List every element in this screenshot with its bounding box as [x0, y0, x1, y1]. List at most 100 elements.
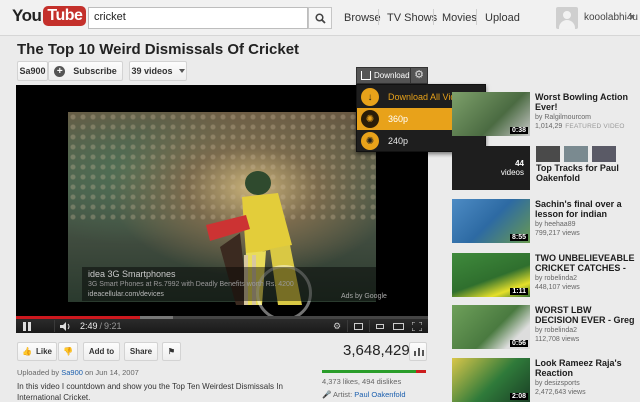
duration-badge: 0:38 — [509, 127, 528, 134]
film-reel-icon: ✺ — [361, 132, 379, 150]
chevron-down-icon — [178, 69, 185, 73]
playlist-thumbnail[interactable]: 44 videos — [452, 146, 530, 190]
plus-icon: + — [54, 65, 66, 77]
youtube-page: You Tube cricket Browse TV Shows Movies … — [0, 0, 640, 402]
suggested-video[interactable]: 2:08 Look Rameez Raja's Reaction by desi… — [452, 358, 637, 402]
video-thumbnail[interactable]: 1:11 — [452, 253, 530, 297]
likes-count: 4,373 likes, 494 dislikes — [322, 377, 402, 386]
pause-icon — [23, 321, 31, 331]
settings-button[interactable]: ⚙ — [330, 319, 344, 333]
like-button[interactable]: 👍 Like — [17, 342, 57, 361]
nav-browse[interactable]: Browse — [344, 12, 381, 24]
share-button[interactable]: Share — [124, 342, 158, 361]
uploader-link[interactable]: Sa900 — [61, 368, 83, 377]
view-count: 3,648,429 — [343, 342, 410, 359]
gear-icon[interactable]: ⚙ — [410, 68, 427, 83]
music-icon: 🎤 — [322, 390, 332, 399]
nav-upload[interactable]: Upload — [485, 12, 520, 24]
playlist-preview-grid — [536, 146, 626, 164]
subscribe-label: Subscribe — [73, 66, 117, 76]
video-thumbnail[interactable]: 8:55 — [452, 199, 530, 243]
volume-icon — [59, 321, 69, 331]
flag-button[interactable]: ⚑ — [162, 342, 181, 361]
search-icon — [314, 12, 326, 24]
suggested-title[interactable]: Worst Bowling Action Ever! — [535, 92, 635, 112]
videos-dropdown-button[interactable]: 39 videos — [129, 61, 187, 81]
youtube-logo[interactable]: You Tube — [12, 6, 87, 26]
menu-item-label: 360p — [388, 114, 409, 124]
player-controls: 2:49 / 9:21 ⚙ — [16, 319, 428, 333]
film-reel-icon: ✺ — [361, 110, 379, 128]
artist-link[interactable]: Paul Oakenfold — [354, 390, 405, 399]
share-label: Share — [129, 347, 153, 356]
logo-you-text: You — [12, 6, 42, 25]
video-thumbnail[interactable]: 0:56 — [452, 305, 530, 349]
upload-date: on Jun 14, 2007 — [85, 368, 139, 377]
time-display: 2:49 / 9:21 — [80, 321, 122, 331]
playlist-preview-thumb — [564, 146, 588, 162]
fullscreen-button[interactable] — [409, 319, 425, 333]
suggested-views: 448,107 views — [535, 284, 580, 291]
uploaded-info: Uploaded by Sa900 on Jun 14, 2007 — [17, 368, 139, 377]
suggested-author: by Ralgilmourcom — [535, 114, 592, 121]
dislike-button[interactable]: 👎 — [58, 342, 78, 361]
search-button[interactable] — [308, 7, 332, 29]
like-label: Like — [35, 347, 52, 356]
channel-name-button[interactable]: Sa900 — [17, 61, 48, 81]
subscribe-button[interactable]: + Subscribe — [48, 61, 123, 81]
nav-movies[interactable]: Movies — [442, 12, 477, 24]
ads-by-google[interactable]: Ads by Google — [341, 293, 387, 300]
suggested-video[interactable]: 0:38 Worst Bowling Action Ever! by Ralgi… — [452, 92, 637, 144]
search-input[interactable]: cricket — [88, 7, 308, 29]
playlist-count-number: 44 — [515, 159, 524, 168]
flag-icon: ⚑ — [167, 347, 176, 356]
download-icon — [361, 71, 371, 80]
gear-icon: ⚙ — [332, 320, 342, 331]
video-thumbnail[interactable]: 2:08 — [452, 358, 530, 402]
suggested-title[interactable]: Look Rameez Raja's Reaction — [535, 358, 635, 378]
channel-name: Sa900 — [19, 66, 46, 76]
suggested-title[interactable]: Sachin's final over a lesson for indian — [535, 199, 635, 219]
suggested-author: by robelinda2 — [535, 275, 578, 282]
download-button[interactable]: Download ⚙ — [356, 67, 428, 84]
ad-url[interactable]: ideacellular.com/devices — [88, 291, 164, 298]
menu-item-label: 240p — [388, 136, 409, 146]
nav-divider — [378, 9, 379, 25]
stats-button[interactable] — [409, 342, 427, 361]
popout-button[interactable] — [350, 319, 366, 333]
suggested-views: 2,472,643 views — [535, 389, 586, 396]
duration: 9:21 — [104, 321, 122, 331]
pause-button[interactable] — [16, 319, 38, 333]
ad-title[interactable]: idea 3G Smartphones — [88, 269, 176, 279]
playlist-preview-thumb — [592, 146, 616, 162]
avatar[interactable] — [556, 7, 578, 29]
video-title: The Top 10 Weird Dismissals Of Cricket — [17, 41, 300, 58]
nav-tv-shows[interactable]: TV Shows — [387, 12, 437, 24]
large-player-button[interactable] — [390, 319, 406, 333]
thumbs-up-icon: 👍 — [22, 347, 32, 356]
suggested-video[interactable]: 1:11 TWO UNBELIEVEABLE CRICKET CATCHES -… — [452, 253, 637, 305]
suggested-title[interactable]: WORST LBW DECISION EVER - Greg — [535, 305, 635, 325]
small-player-icon — [376, 323, 384, 329]
logo-tube-text: Tube — [43, 6, 87, 26]
add-to-button[interactable]: Add to — [83, 342, 120, 361]
suggested-video[interactable]: 0:56 WORST LBW DECISION EVER - Greg by r… — [452, 305, 637, 357]
volume-button[interactable] — [56, 319, 74, 333]
playlist-title[interactable]: Top Tracks for Paul Oakenfold — [536, 163, 636, 183]
chevron-down-icon[interactable] — [629, 15, 635, 19]
artist-info: 🎤 Artist: Paul Oakenfold — [322, 390, 406, 399]
nav-divider — [476, 9, 477, 25]
small-player-button[interactable] — [372, 319, 388, 333]
video-thumbnail[interactable]: 0:38 — [452, 92, 530, 136]
videos-count-label: 39 videos — [131, 66, 173, 76]
suggested-views: 799,217 views — [535, 230, 580, 237]
current-time: 2:49 — [80, 321, 98, 331]
uploaded-prefix: Uploaded by — [17, 368, 60, 377]
featured-badge: FEATURED VIDEO — [565, 123, 625, 130]
playlist-count: 44 videos — [452, 146, 530, 190]
suggested-title[interactable]: TWO UNBELIEVEABLE CRICKET CATCHES - — [535, 253, 635, 273]
suggested-views: 1,014,29 FEATURED VIDEO — [535, 123, 625, 130]
like-ratio-fill — [322, 370, 416, 373]
artist-prefix: Artist: — [333, 390, 353, 399]
suggested-video[interactable]: 8:55 Sachin's final over a lesson for in… — [452, 199, 637, 251]
